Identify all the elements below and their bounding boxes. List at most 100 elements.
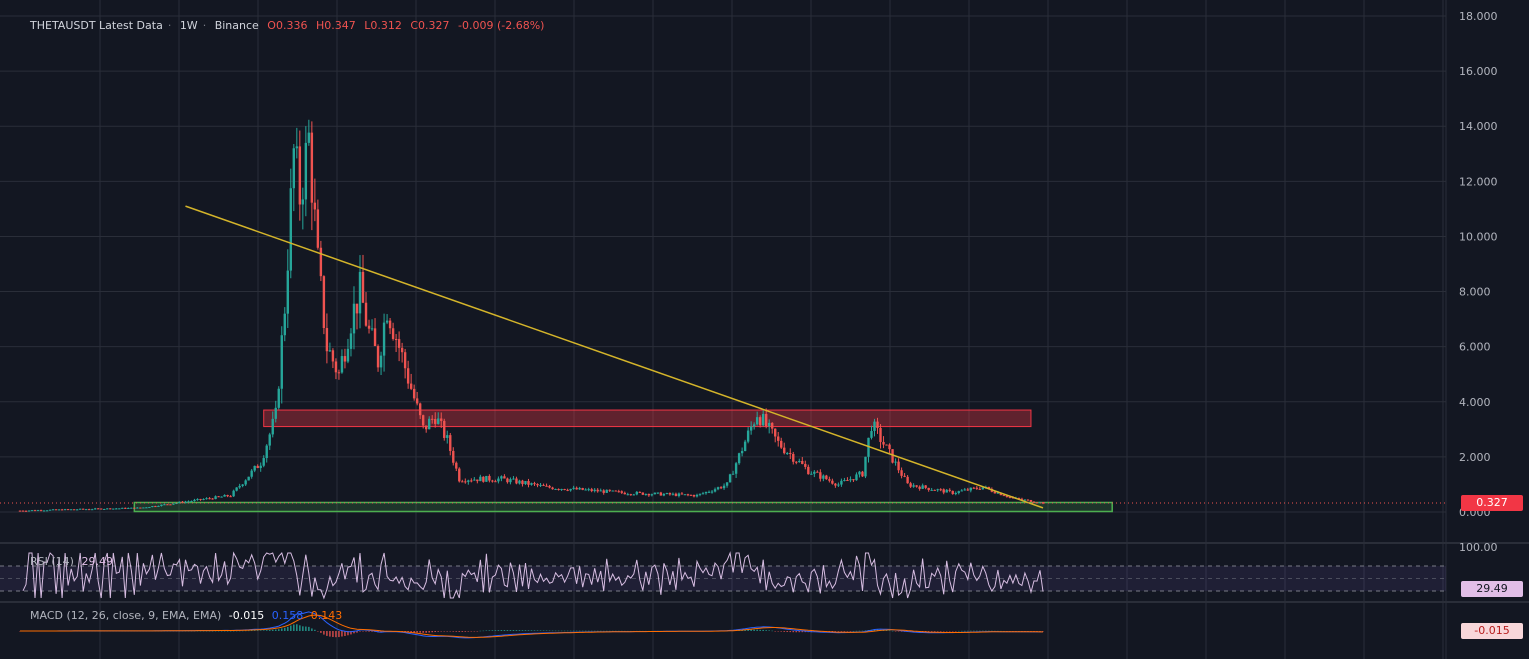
candle-body [897, 461, 900, 471]
candle-body [963, 489, 966, 491]
candle-body [674, 493, 678, 496]
candle-body [734, 463, 738, 474]
macd-histogram-bar [425, 631, 427, 633]
candle-body [740, 451, 744, 454]
candle-body [97, 508, 100, 510]
price-tick-label: 18.000 [1459, 10, 1498, 23]
macd-histogram-bar [293, 624, 295, 631]
candle-body [84, 509, 88, 511]
candle-body [758, 417, 762, 426]
candle-body [722, 485, 726, 489]
candle-body [268, 434, 271, 446]
macd-histogram-bar [942, 631, 945, 632]
macd-histogram-bar [506, 630, 509, 631]
candle-body [190, 501, 193, 503]
candle-body [295, 146, 299, 149]
macd-histogram-bar [852, 630, 855, 632]
candle-body [764, 413, 768, 427]
macd-histogram-bar [765, 630, 767, 631]
macd-histogram-bar [250, 630, 253, 632]
chart-header: THETAUSDT Latest Data · 1W · Binance O0.33… [30, 19, 545, 32]
candle-body [437, 418, 440, 424]
candle-body [548, 485, 551, 488]
candle-body [33, 510, 37, 512]
candle-body [972, 487, 975, 489]
macd-histogram-bar [289, 625, 292, 631]
macd-histogram-bar [891, 630, 894, 632]
macd-histogram-bar [762, 629, 764, 631]
candle-body [160, 504, 163, 506]
ohlc-open: O0.336 [267, 19, 308, 32]
candle-body [69, 509, 73, 511]
candle-body [888, 444, 891, 450]
macd-histogram-bar [473, 631, 476, 632]
candle-body [205, 498, 208, 500]
candle-body [232, 490, 235, 497]
candle-body [301, 199, 305, 205]
price-tick-label: 10.000 [1459, 230, 1498, 243]
candle-body [581, 487, 584, 490]
candle-body [816, 471, 819, 473]
macd-legend[interactable]: MACD (12, 26, close, 9, EMA, EMA) -0.015… [30, 609, 346, 622]
macd-histogram-bar [840, 631, 843, 632]
macd-histogram-bar [756, 629, 758, 631]
macd-histogram-bar [512, 630, 515, 631]
macd-histogram-bar [455, 631, 458, 632]
symbol-title[interactable]: THETAUSDT Latest Data [30, 19, 163, 32]
candle-body [271, 418, 274, 435]
candle-body [752, 424, 756, 427]
candle-body [620, 491, 623, 493]
candle-body [903, 475, 906, 477]
rsi-legend[interactable]: RSI (14) 29.49 [30, 555, 117, 568]
candle-body [638, 491, 642, 493]
macd-histogram-bar [846, 631, 849, 632]
candle-body [136, 507, 139, 509]
candle-body [127, 507, 130, 509]
candle-body [115, 508, 118, 510]
candle-body [873, 421, 876, 432]
candle-body [202, 499, 205, 501]
macd-histogram-bar [479, 630, 482, 632]
macd-histogram-bar [563, 630, 566, 632]
interval[interactable]: 1W [180, 19, 198, 32]
candle-body [163, 504, 166, 506]
candle-body [834, 483, 837, 486]
macd-histogram-bar [359, 631, 361, 632]
candle-body [798, 461, 801, 463]
candle-body [307, 132, 311, 143]
candle-body [545, 485, 548, 487]
macd-signal-value: 0.158 [271, 609, 304, 622]
candle-body [551, 487, 554, 490]
macd-histogram-bar [560, 630, 563, 632]
price-tick-label: 8.000 [1459, 286, 1491, 299]
candle-body [837, 484, 840, 486]
candle-body [557, 488, 560, 490]
candle-body [855, 474, 858, 481]
candle-body [882, 441, 885, 445]
candle-body [716, 487, 720, 490]
macd-histogram-bar [241, 630, 244, 632]
candle-body [346, 348, 350, 362]
macd-histogram-bar [771, 630, 774, 632]
ohlc-change: -0.009 (-2.68%) [458, 19, 545, 32]
macd-histogram-bar [443, 631, 446, 632]
candle-body [626, 494, 629, 496]
candle-body [789, 453, 792, 455]
macd-histogram-bar [446, 631, 449, 632]
macd-histogram-bar [548, 630, 551, 632]
trendline [185, 205, 1044, 509]
candle-body [894, 461, 897, 463]
candle-body [253, 465, 256, 471]
macd-histogram-bar [551, 630, 554, 632]
candle-body [578, 487, 581, 490]
candle-body [449, 435, 452, 451]
macd-histogram-bar [530, 630, 533, 631]
macd-histogram-bar [223, 630, 226, 632]
macd-histogram-bar [599, 630, 602, 632]
candle-body [1041, 502, 1045, 504]
candle-body [936, 489, 939, 491]
macd-histogram-bar [539, 630, 542, 631]
candle-body [434, 419, 437, 424]
candle-body [792, 453, 795, 462]
macd-histogram-bar [855, 630, 858, 632]
